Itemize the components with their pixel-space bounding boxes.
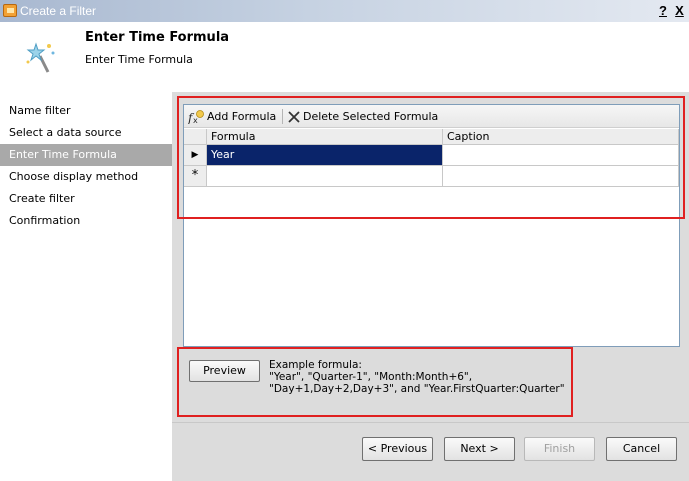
delete-x-icon xyxy=(288,111,300,123)
new-caption-cell[interactable] xyxy=(443,166,679,187)
add-formula-button[interactable]: f x Add Formula xyxy=(188,108,276,125)
content-area: f x Add Formula Delete Selected Formula … xyxy=(172,92,689,481)
page-title: Enter Time Formula xyxy=(85,30,230,45)
wizard-header: Enter Time Formula Enter Time Formula xyxy=(0,22,689,92)
wizard-wand-icon xyxy=(26,42,55,73)
column-header-formula[interactable]: Formula xyxy=(207,129,443,145)
nav-item-create-filter[interactable]: Create filter xyxy=(0,188,172,210)
add-formula-icon: f x xyxy=(188,110,204,124)
example-line-3: "Day+1,Day+2,Day+3", and "Year.FirstQuar… xyxy=(269,383,565,395)
nav-item-select-data-source[interactable]: Select a data source xyxy=(0,122,172,144)
formula-cell[interactable]: Year xyxy=(207,145,443,166)
example-line-2: "Year", "Quarter-1", "Month:Month+6", xyxy=(269,371,473,383)
preview-area: Preview Example formula: "Year", "Quarte… xyxy=(183,354,680,395)
new-formula-cell[interactable] xyxy=(207,166,443,187)
wizard-footer: < Previous Next > Finish Cancel xyxy=(172,422,689,481)
svg-text:x: x xyxy=(193,116,198,124)
example-formula-text: Example formula: "Year", "Quarter-1", "M… xyxy=(269,359,565,395)
grid-corner-cell xyxy=(184,129,207,145)
column-header-caption[interactable]: Caption xyxy=(443,129,679,145)
new-row[interactable]: * xyxy=(184,166,681,187)
example-line-1: Example formula: xyxy=(269,359,362,371)
window-title: Create a Filter xyxy=(20,4,97,18)
help-button[interactable]: ? xyxy=(657,3,669,18)
grid-header-row: Formula Caption xyxy=(184,129,681,145)
preview-button[interactable]: Preview xyxy=(189,360,260,382)
nav-item-choose-display-method[interactable]: Choose display method xyxy=(0,166,172,188)
nav-item-confirmation[interactable]: Confirmation xyxy=(0,210,172,232)
page-subtitle: Enter Time Formula xyxy=(85,53,193,66)
formula-toolbar: f x Add Formula Delete Selected Formula xyxy=(184,105,679,128)
title-bar: Create a Filter ? X xyxy=(0,0,689,22)
toolbar-separator xyxy=(282,109,283,124)
delete-formula-label: Delete Selected Formula xyxy=(303,110,439,123)
table-row[interactable]: ▶ Year xyxy=(184,145,681,166)
new-row-marker-icon[interactable]: * xyxy=(184,166,207,187)
finish-button[interactable]: Finish xyxy=(524,437,595,461)
nav-item-name-filter[interactable]: Name filter xyxy=(0,100,172,122)
previous-button[interactable]: < Previous xyxy=(362,437,433,461)
wizard-steps-nav: Name filter Select a data source Enter T… xyxy=(0,100,172,232)
filter-app-icon xyxy=(3,4,17,17)
formula-panel: f x Add Formula Delete Selected Formula … xyxy=(183,104,680,347)
cancel-button[interactable]: Cancel xyxy=(606,437,677,461)
close-button[interactable]: X xyxy=(673,3,686,18)
add-formula-label: Add Formula xyxy=(207,110,277,123)
next-button[interactable]: Next > xyxy=(444,437,515,461)
delete-formula-button[interactable]: Delete Selected Formula xyxy=(288,108,438,125)
nav-item-enter-time-formula[interactable]: Enter Time Formula xyxy=(0,144,172,166)
caption-cell[interactable] xyxy=(443,145,679,166)
row-selector-icon[interactable]: ▶ xyxy=(184,145,207,166)
formula-grid: Formula Caption ▶ Year * xyxy=(184,129,681,187)
